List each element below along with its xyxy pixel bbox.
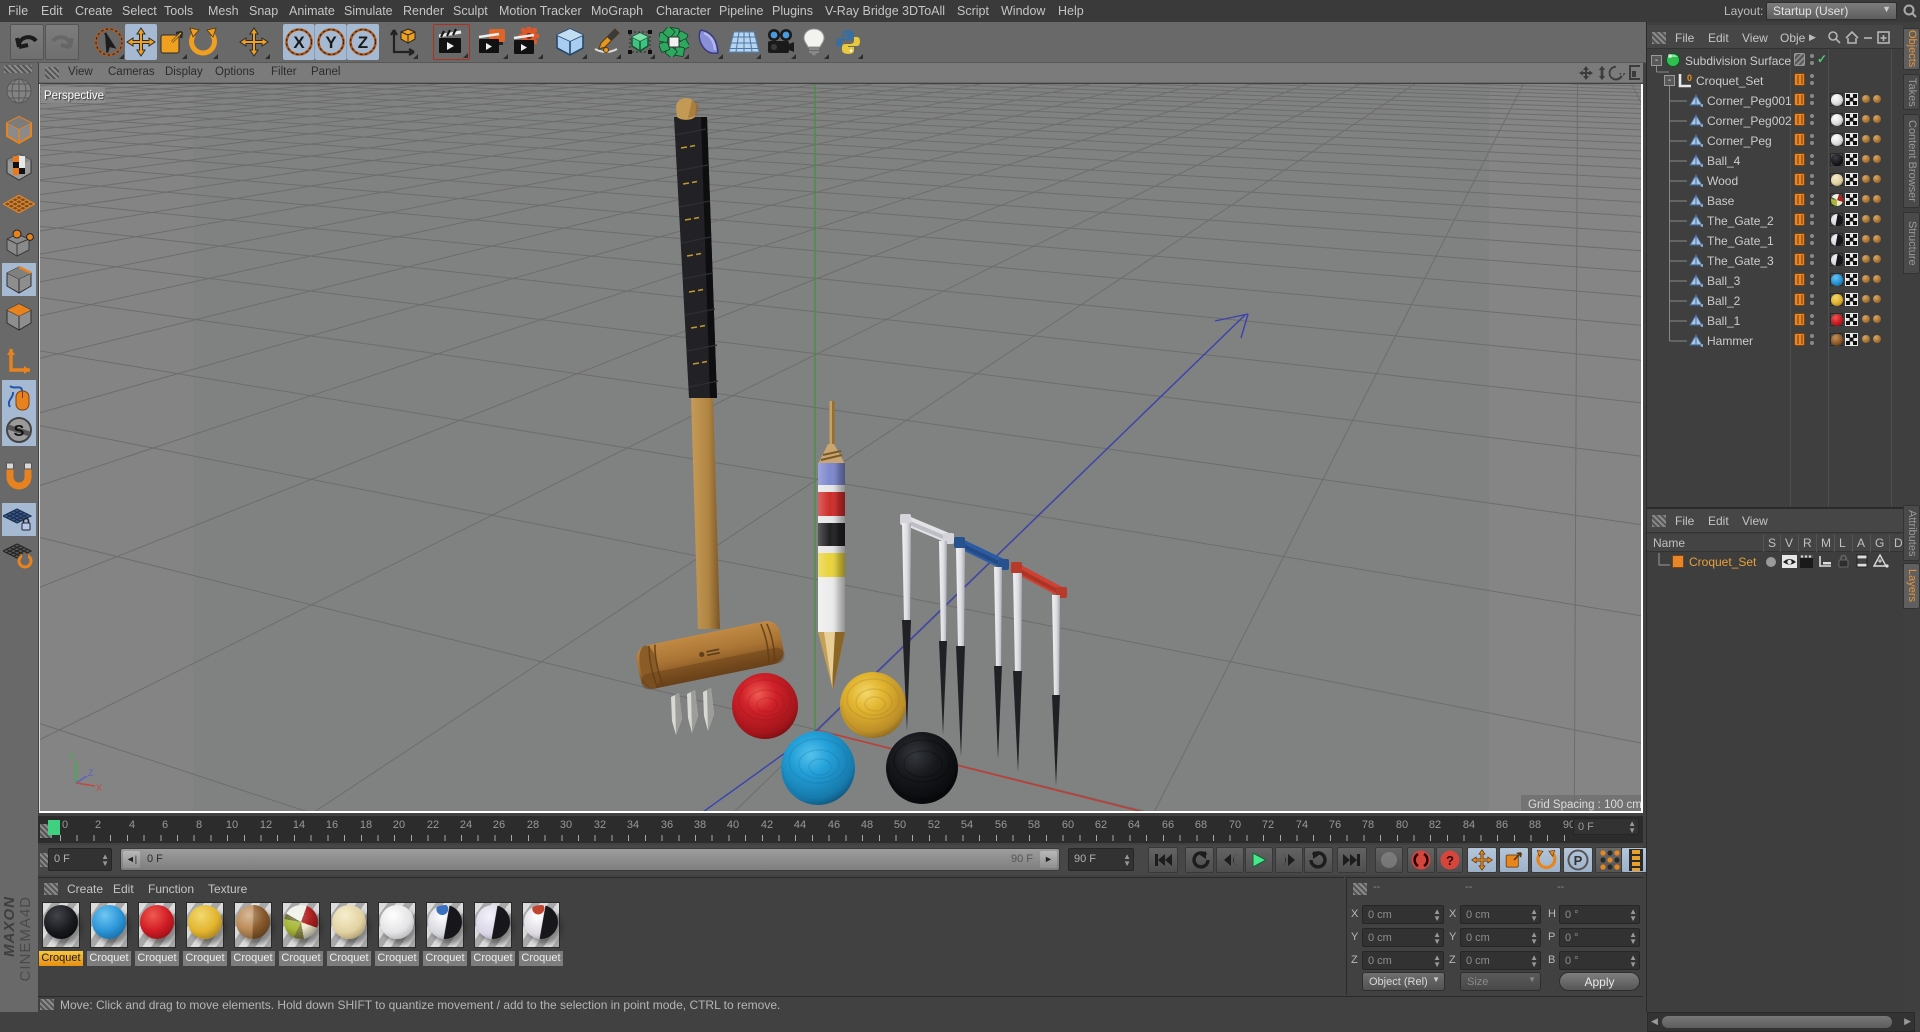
svg-text:Y: Y <box>325 33 337 52</box>
svg-text:Perspective: Perspective <box>44 90 104 102</box>
svg-text:?: ? <box>1446 853 1454 868</box>
svg-text:0: 0 <box>1687 73 1692 83</box>
svg-text:S: S <box>14 423 25 440</box>
svg-text:P: P <box>1574 853 1583 868</box>
svg-text:Z: Z <box>88 768 94 778</box>
svg-text:X: X <box>96 783 102 793</box>
svg-text:X: X <box>293 33 305 52</box>
svg-text:Grid Spacing : 100 cm: Grid Spacing : 100 cm <box>1528 799 1642 811</box>
svg-text:Y: Y <box>69 752 75 762</box>
svg-text:Z: Z <box>358 33 368 52</box>
